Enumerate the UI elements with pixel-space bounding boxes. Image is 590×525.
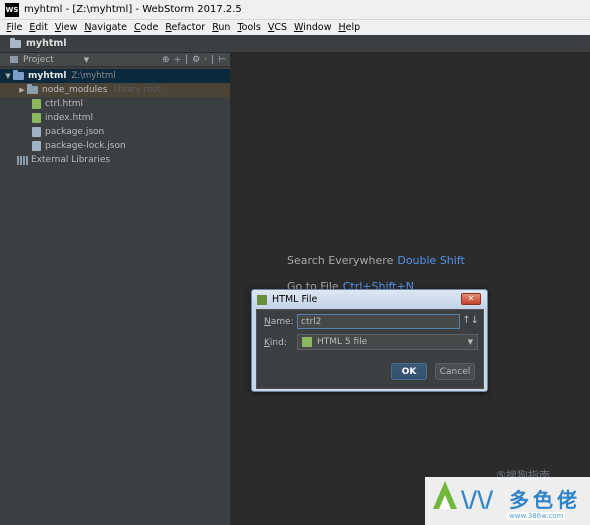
collapse-all-icon[interactable]: ÷	[174, 55, 182, 65]
menu-vcs[interactable]: VCS	[264, 22, 290, 33]
name-input[interactable]: ctrl2	[297, 314, 460, 329]
hint-search-everywhere: Search Everywhere Double Shift	[287, 254, 465, 267]
tree-item-file[interactable]: ctrl.html	[0, 97, 230, 111]
html5-file-icon	[302, 337, 312, 347]
menu-refactor[interactable]: Refactor	[162, 22, 209, 33]
tree-item-label: ctrl.html	[45, 99, 84, 109]
site-domain-watermark: www.386w.com	[507, 512, 566, 520]
html-file-dialog: HTML File ✕ Name: ctrl2 ↑↓ Kind: HTML 5 …	[251, 289, 488, 392]
sort-icon[interactable]: ↑↓	[462, 315, 479, 326]
html-file-icon	[32, 99, 41, 109]
tree-item-label: index.html	[45, 113, 93, 123]
toolbar-separator: |	[211, 55, 215, 65]
hint-text: Search Everywhere	[287, 254, 394, 267]
view-dropdown-icon[interactable]: ▼	[84, 56, 89, 64]
tree-item-label: External Libraries	[31, 155, 111, 165]
tree-item-label: node_modules	[42, 85, 108, 95]
title-bar: WS myhtml - [Z:\myhtml] - WebStorm 2017.…	[0, 0, 590, 20]
tree-item-label: package-lock.json	[45, 141, 126, 151]
html-file-icon	[257, 294, 267, 305]
scroll-from-source-icon[interactable]: ⊕	[162, 55, 170, 65]
menu-help[interactable]: Help	[335, 22, 364, 33]
project-view-icon	[10, 56, 18, 63]
webstorm-logo-icon: WS	[5, 2, 19, 17]
tree-item-file[interactable]: package-lock.json	[0, 139, 230, 153]
tree-item-file[interactable]: package.json	[0, 125, 230, 139]
library-root-label: library root	[113, 85, 161, 95]
tree-item-root[interactable]: ▼ myhtml Z:\myhtml	[0, 69, 230, 83]
project-panel: Project ▼ ⊕ ÷ | ⚙ · | ⊢ ▼ myhtml Z:\myht…	[0, 53, 231, 525]
kind-selected-value: HTML 5 file	[317, 337, 368, 347]
hide-panel-icon[interactable]: ⊢	[218, 55, 226, 65]
tree-item-external-libraries[interactable]: External Libraries	[0, 153, 230, 167]
tree-item-label: package.json	[45, 127, 105, 137]
menu-edit[interactable]: Edit	[26, 22, 51, 33]
kind-select[interactable]: HTML 5 file ▼	[297, 334, 478, 350]
tree-item-node-modules[interactable]: ▶ node_modules library root	[0, 83, 230, 97]
html-file-icon	[32, 113, 41, 123]
project-panel-header: Project ▼ ⊕ ÷ | ⚙ · | ⊢	[0, 53, 230, 67]
folder-icon	[27, 84, 38, 94]
tree-item-path: Z:\myhtml	[71, 71, 116, 81]
json-file-icon	[32, 141, 41, 151]
menu-view[interactable]: View	[51, 22, 81, 33]
library-icon	[17, 155, 28, 165]
menu-run[interactable]: Run	[209, 22, 234, 33]
menu-file[interactable]: File	[3, 22, 26, 33]
menu-navigate[interactable]: Navigate	[81, 22, 131, 33]
project-panel-toolbar: ⊕ ÷ | ⚙ · | ⊢	[162, 53, 226, 67]
folder-icon	[13, 70, 24, 80]
menu-window[interactable]: Window	[291, 22, 335, 33]
ok-button[interactable]: OK	[391, 363, 427, 380]
expand-arrow-icon[interactable]: ▶	[17, 86, 27, 94]
menu-code[interactable]: Code	[131, 22, 162, 33]
chevron-down-icon[interactable]: ▼	[468, 338, 473, 346]
project-tree: ▼ myhtml Z:\myhtml ▶ node_modules librar…	[0, 67, 230, 167]
close-button[interactable]: ✕	[461, 293, 481, 305]
project-panel-title[interactable]: Project	[23, 55, 54, 65]
gear-dropdown-icon[interactable]: ·	[204, 55, 207, 65]
name-label: Name:	[264, 317, 294, 327]
toolbar-separator: |	[185, 55, 189, 65]
tree-item-label: myhtml	[28, 71, 67, 81]
dialog-title-bar[interactable]: HTML File	[252, 290, 487, 309]
svg-text:佬: 佬	[557, 488, 577, 512]
kind-label: Kind:	[264, 338, 287, 348]
svg-text:色: 色	[533, 488, 553, 512]
json-file-icon	[32, 127, 41, 137]
hint-shortcut: Double Shift	[397, 254, 465, 267]
svg-text:\/\/: \/\/	[461, 488, 494, 513]
tree-item-file[interactable]: index.html	[0, 111, 230, 125]
svg-text:多: 多	[509, 488, 529, 512]
navigation-bar: myhtml	[0, 35, 590, 53]
dialog-title: HTML File	[272, 294, 318, 305]
window-title: myhtml - [Z:\myhtml] - WebStorm 2017.2.5	[24, 4, 242, 15]
folder-icon	[10, 37, 21, 48]
dialog-body: Name: ctrl2 ↑↓ Kind: HTML 5 file ▼ OK Ca…	[256, 309, 484, 389]
cancel-button[interactable]: Cancel	[435, 363, 475, 380]
gear-icon[interactable]: ⚙	[192, 55, 200, 65]
expand-arrow-icon[interactable]: ▼	[3, 72, 13, 80]
menu-bar: File Edit View Navigate Code Refactor Ru…	[0, 20, 590, 35]
nav-breadcrumb-myhtml[interactable]: myhtml	[26, 38, 67, 49]
menu-tools[interactable]: Tools	[234, 22, 264, 33]
